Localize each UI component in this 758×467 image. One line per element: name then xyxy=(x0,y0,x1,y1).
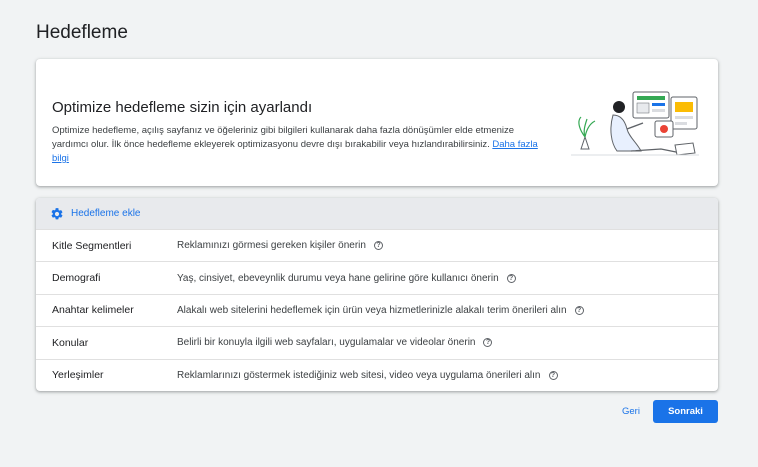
intro-description: Optimize hedefleme, açılış sayfanız ve ö… xyxy=(52,124,552,166)
row-description-text: Alakalı web sitelerini hedeflemek için ü… xyxy=(177,304,567,316)
help-icon[interactable]: ? xyxy=(483,338,493,348)
row-description: Reklamınızı görmesi gereken kişiler öner… xyxy=(177,240,383,251)
targeting-row-placements[interactable]: Yerleşimler Reklamlarınızı göstermek ist… xyxy=(36,358,718,391)
row-name: Demografi xyxy=(52,272,101,285)
row-description: Reklamlarınızı göstermek istediğiniz web… xyxy=(177,370,558,381)
gear-icon xyxy=(51,207,63,219)
page-title: Hedefleme xyxy=(36,22,128,43)
row-name: Kitle Segmentleri xyxy=(52,239,132,252)
help-icon[interactable]: ? xyxy=(548,370,558,380)
add-targeting-button[interactable]: Hedefleme ekle xyxy=(36,198,718,229)
row-description-text: Belirli bir konuyla ilgili web sayfaları… xyxy=(177,337,476,349)
help-icon[interactable]: ? xyxy=(574,305,584,315)
person-laptop-illustration xyxy=(571,91,699,156)
row-description-text: Reklamlarınızı göstermek istediğiniz web… xyxy=(177,369,541,381)
row-description: Alakalı web sitelerini hedeflemek için ü… xyxy=(177,305,584,316)
row-name: Anahtar kelimeler xyxy=(52,304,134,317)
row-description-text: Yaş, cinsiyet, ebeveynlik durumu veya ha… xyxy=(177,272,499,284)
targeting-row-audience-segments[interactable]: Kitle Segmentleri Reklamınızı görmesi ge… xyxy=(36,229,718,261)
targeting-row-demographics[interactable]: Demografi Yaş, cinsiyet, ebeveynlik duru… xyxy=(36,261,718,293)
row-name: Yerleşimler xyxy=(52,369,104,382)
help-icon[interactable]: ? xyxy=(373,241,383,251)
row-description: Yaş, cinsiyet, ebeveynlik durumu veya ha… xyxy=(177,273,516,284)
row-description: Belirli bir konuyla ilgili web sayfaları… xyxy=(177,337,493,349)
next-button[interactable]: Sonraki xyxy=(653,400,718,423)
intro-title: Optimize hedefleme sizin için ayarlandı xyxy=(52,99,313,116)
targeting-list: Hedefleme ekle Kitle Segmentleri Reklamı… xyxy=(36,198,718,391)
intro-description-text: Optimize hedefleme, açılış sayfanız ve ö… xyxy=(52,125,515,150)
optimized-targeting-card: Optimize hedefleme sizin için ayarlandı … xyxy=(36,59,718,186)
row-description-text: Reklamınızı görmesi gereken kişiler öner… xyxy=(177,240,366,252)
row-name: Konular xyxy=(52,336,89,349)
targeting-row-topics[interactable]: Konular Belirli bir konuyla ilgili web s… xyxy=(36,326,718,358)
add-targeting-label: Hedefleme ekle xyxy=(71,208,141,219)
back-button[interactable]: Geri xyxy=(622,406,640,417)
targeting-row-keywords[interactable]: Anahtar kelimeler Alakalı web sitelerini… xyxy=(36,293,718,326)
help-icon[interactable]: ? xyxy=(506,273,516,283)
